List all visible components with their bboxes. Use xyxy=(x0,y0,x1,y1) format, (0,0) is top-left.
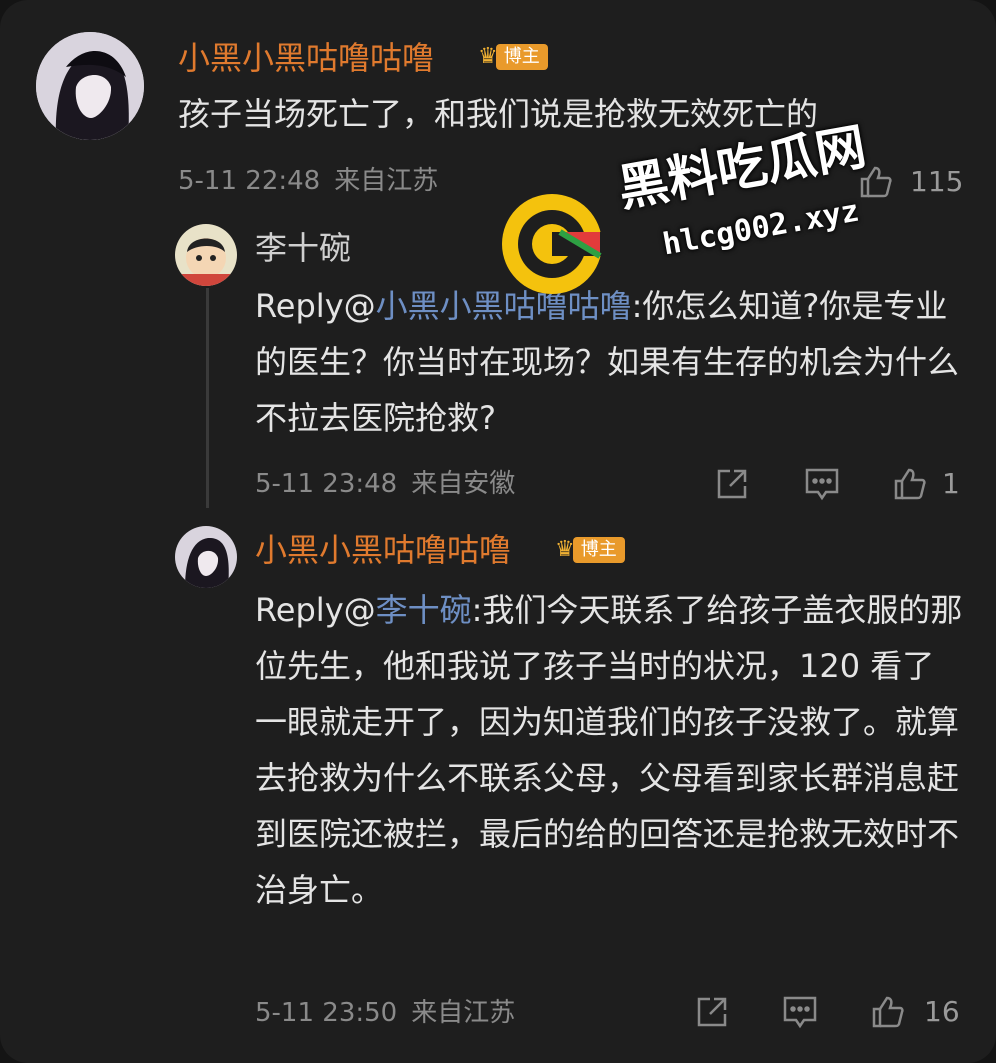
comment-panel: 小黑小黑咕噜咕噜 ♛ 博主 孩子当场死亡了，和我们说是抢救无效死亡的 5-11 … xyxy=(0,0,996,1063)
timestamp: 5-11 23:48 xyxy=(255,469,398,499)
mention-link[interactable]: 李十碗 xyxy=(376,591,472,629)
share-button[interactable] xyxy=(694,994,730,1030)
avatar[interactable] xyxy=(175,526,237,588)
share-icon xyxy=(717,469,747,499)
timestamp: 5-11 22:48 xyxy=(178,166,321,196)
username[interactable]: 小黑小黑咕噜咕噜 xyxy=(255,530,511,570)
reply-prefix: Reply@ xyxy=(255,287,376,325)
badge-label: 博主 xyxy=(572,537,625,563)
comment-button[interactable] xyxy=(804,466,840,502)
share-icon xyxy=(697,997,727,1027)
location: 来自江苏 xyxy=(334,166,439,196)
reply-prefix: Reply@ xyxy=(255,591,376,629)
crown-icon: ♛ xyxy=(555,537,575,562)
blogger-badge: ♛ 博主 xyxy=(555,535,625,565)
thread-line xyxy=(206,288,209,508)
comment-meta: 5-11 22:48 来自江苏 xyxy=(178,164,452,198)
comment-icon xyxy=(783,996,817,1029)
share-button[interactable] xyxy=(714,466,750,502)
thumbs-up-icon xyxy=(872,996,904,1028)
comment-meta: 5-11 23:48 来自安徽 xyxy=(255,467,529,501)
comment-meta: 5-11 23:50 来自江苏 xyxy=(255,996,529,1030)
badge-label: 博主 xyxy=(495,44,548,70)
avatar[interactable] xyxy=(36,32,144,140)
location: 来自江苏 xyxy=(411,998,516,1028)
comment-icon xyxy=(805,468,839,501)
crown-icon: ♛ xyxy=(478,44,498,69)
thumbs-up-icon xyxy=(894,468,926,500)
reply-body: :我们今天联系了给孩子盖衣服的那位先生，他和我说了孩子当时的状况，120 看了一… xyxy=(255,591,963,909)
location: 来自安徽 xyxy=(411,469,516,499)
like-button[interactable] xyxy=(892,466,928,502)
reply-text: Reply@小黑小黑咕噜咕噜:你怎么知道?你是专业的医生？你当时在现场？如果有生… xyxy=(255,278,965,446)
like-count: 115 xyxy=(910,165,964,198)
like-count: 16 xyxy=(924,995,960,1028)
avatar[interactable] xyxy=(175,224,237,286)
like-button[interactable] xyxy=(870,994,906,1030)
timestamp: 5-11 23:50 xyxy=(255,998,398,1028)
watermelon-logo-icon xyxy=(502,194,604,294)
username[interactable]: 小黑小黑咕噜咕噜 xyxy=(178,38,434,78)
like-count: 1 xyxy=(942,467,960,500)
watermark-logo xyxy=(500,192,604,300)
blogger-badge: ♛ 博主 xyxy=(478,42,548,72)
comment-button[interactable] xyxy=(782,994,818,1030)
reply-text: Reply@李十碗:我们今天联系了给孩子盖衣服的那位先生，他和我说了孩子当时的状… xyxy=(255,582,965,918)
username[interactable]: 李十碗 xyxy=(255,228,351,268)
